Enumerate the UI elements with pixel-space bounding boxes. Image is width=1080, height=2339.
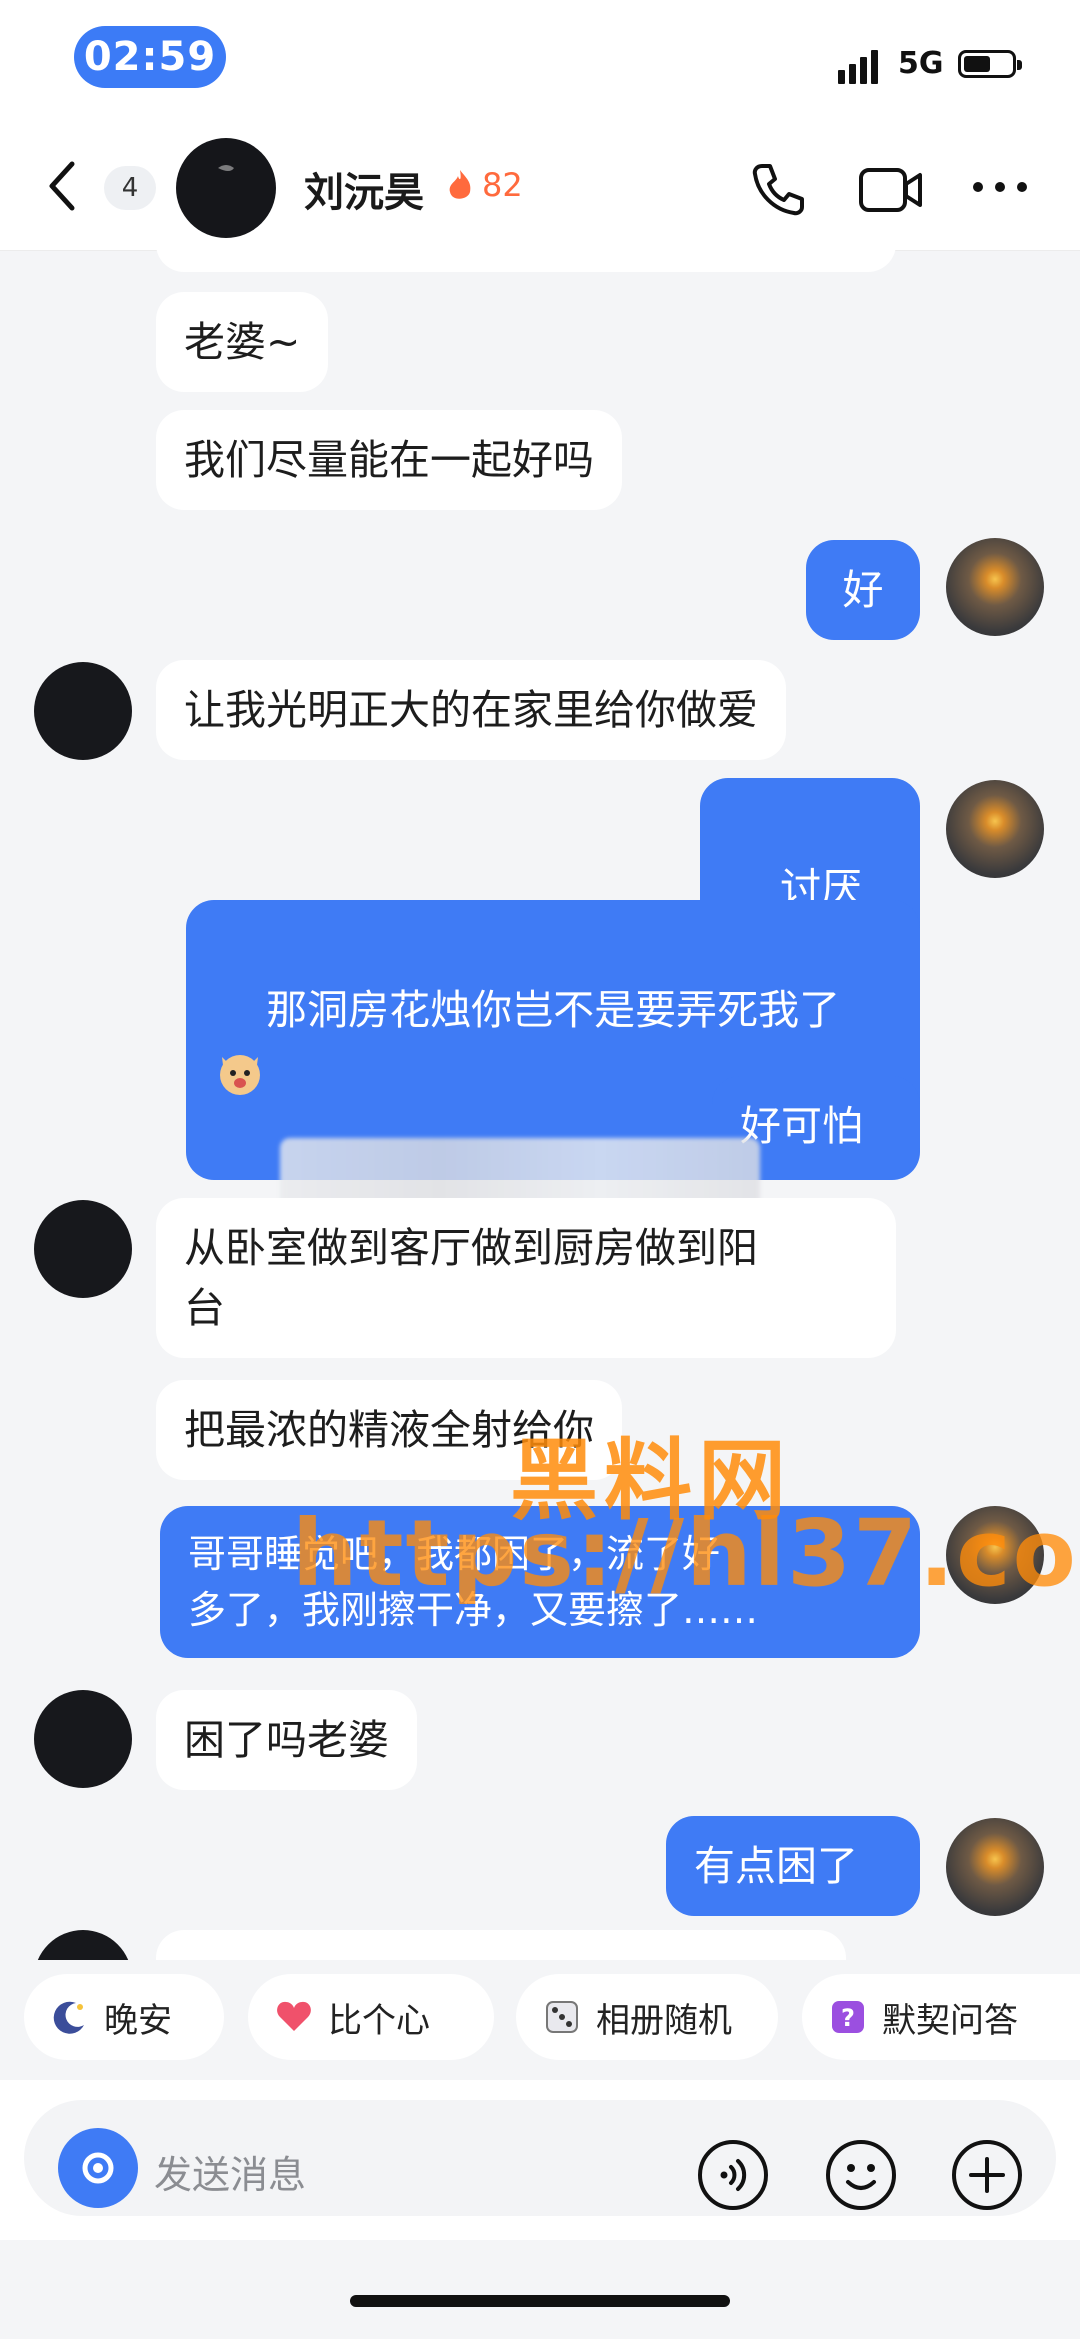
dice-icon <box>542 1997 582 2037</box>
contact-avatar-small[interactable] <box>34 1690 132 1788</box>
message-bubble-incoming[interactable]: 我们尽量能在一起好吗 <box>156 410 622 510</box>
more-icon[interactable] <box>970 172 1030 202</box>
moon-icon <box>50 1997 90 2037</box>
streak-count: 82 <box>482 166 523 204</box>
voice-icon[interactable] <box>696 2138 770 2212</box>
quick-action-goodnight[interactable]: 晚安 <box>24 1974 224 2060</box>
camera-icon[interactable] <box>58 2128 138 2208</box>
video-call-icon[interactable] <box>858 164 924 216</box>
message-input[interactable]: 发送消息 <box>154 2144 306 2199</box>
emoji-icon[interactable] <box>824 2138 898 2212</box>
watermark-url: https://hl37.co <box>292 1500 1078 1607</box>
status-time: 02:59 <box>74 26 226 88</box>
message-input-container[interactable]: 发送消息 <box>24 2100 1056 2216</box>
svg-text:?: ? <box>841 2004 855 2032</box>
phone-icon[interactable] <box>748 160 808 220</box>
quick-action-label: 晚安 <box>104 2000 172 2041</box>
message-bubble-outgoing[interactable]: 好 <box>806 540 920 640</box>
quick-actions-bar: 晚安 比个心 相册随机 ? 默契问答 <box>0 1960 1080 2070</box>
battery-icon <box>958 50 1022 78</box>
contact-name[interactable]: 刘沅昊 <box>304 160 424 218</box>
quick-action-quiz[interactable]: ? 默契问答 <box>802 1974 1080 2060</box>
flame-icon <box>449 170 471 199</box>
contact-avatar-small[interactable] <box>34 1200 132 1298</box>
question-icon: ? <box>828 1997 868 2037</box>
message-list[interactable]: 老婆~ 我们尽量能在一起好吗 好 让我光明正大的在家里给你做爱 讨厌 那洞房花烛… <box>0 250 1080 1960</box>
quick-action-heart[interactable]: 比个心 <box>248 1974 494 2060</box>
plus-icon[interactable] <box>950 2138 1024 2212</box>
composer-bar: 发送消息 <box>0 2080 1080 2240</box>
contact-avatar-small[interactable] <box>34 1930 132 1960</box>
status-bar: 02:59 5G <box>0 0 1080 120</box>
message-bubble-incoming[interactable]: 让我光明正大的在家里给你做爱 <box>156 660 786 760</box>
message-text: 那洞房花烛你岂不是要弄死我了 <box>266 986 841 1034</box>
home-indicator <box>350 2295 730 2307</box>
unread-badge: 4 <box>104 166 156 210</box>
message-bubble-outgoing[interactable]: 有点困了 <box>666 1816 920 1916</box>
my-avatar[interactable] <box>946 538 1044 636</box>
chat-header: 4 刘沅昊 82 <box>0 120 1080 251</box>
signal-icon <box>838 50 882 84</box>
quick-action-label: 相册随机 <box>596 2000 732 2041</box>
message-bubble-partial <box>156 250 896 272</box>
message-bubble-incoming[interactable]: 老婆~ <box>156 292 329 392</box>
my-avatar[interactable] <box>946 1818 1044 1916</box>
contact-avatar-small[interactable] <box>34 662 132 760</box>
message-bubble-incoming[interactable]: 从卧室做到客厅做到厨房做到阳 台 <box>156 1198 896 1358</box>
contact-avatar[interactable] <box>176 138 276 238</box>
dog-emoji-icon <box>220 1055 260 1095</box>
heart-icon <box>274 1997 314 2037</box>
quick-action-random-album[interactable]: 相册随机 <box>516 1974 778 2060</box>
quick-action-label: 比个心 <box>328 2000 430 2041</box>
message-bubble-incoming[interactable]: 困了吗老婆 <box>156 1690 417 1790</box>
back-arrow-icon[interactable] <box>40 158 90 214</box>
message-bubble-partial <box>156 1930 846 1960</box>
my-avatar[interactable] <box>946 780 1044 878</box>
quick-action-label: 默契问答 <box>882 2000 1018 2041</box>
network-type: 5G <box>898 46 944 81</box>
